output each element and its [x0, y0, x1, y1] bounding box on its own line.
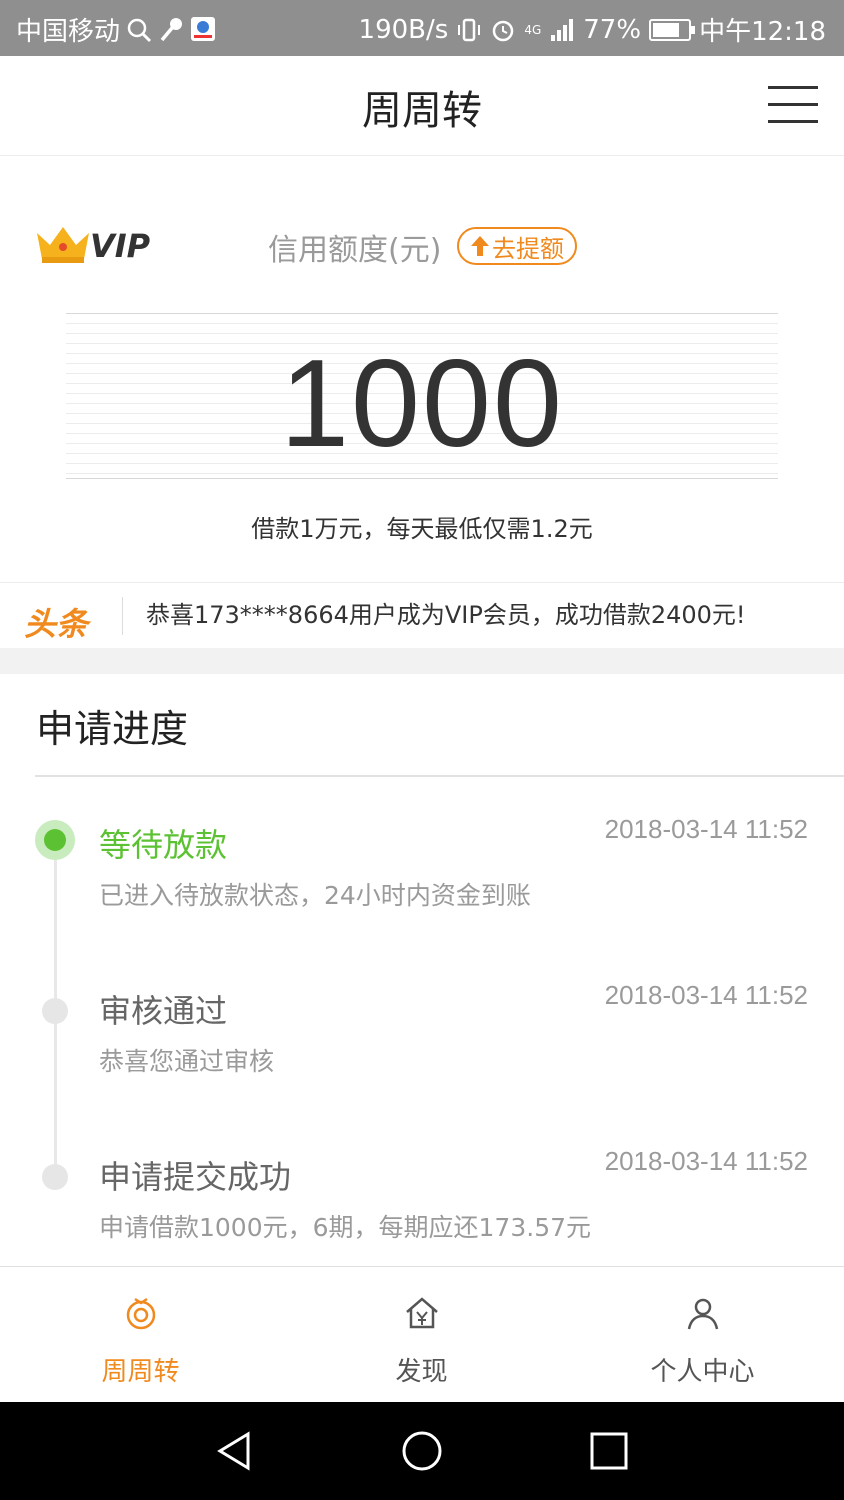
tab-personal-center[interactable]: 个人中心	[562, 1267, 843, 1403]
clock: 中午12:18	[699, 17, 826, 47]
step-title: 等待放款	[99, 826, 228, 864]
vibrate-icon	[458, 18, 481, 41]
hamburger-icon-line	[768, 86, 818, 89]
headline-message: 恭喜173****8664用户成为VIP会员，成功借款2400元!	[146, 601, 746, 629]
page-title: 周周转	[362, 88, 482, 134]
application-progress: 申请进度 等待放款 2018-03-14 11:52 已进入待放款状态，24小时…	[0, 674, 844, 1266]
discover-house-yen-icon	[405, 1297, 438, 1329]
tab-label: 周周转	[101, 1357, 180, 1387]
progress-title: 申请进度	[36, 707, 189, 751]
step-title: 申请提交成功	[99, 1158, 292, 1196]
status-dot	[42, 998, 68, 1024]
credit-amount-box: 1000	[66, 313, 778, 479]
system-nav-bar	[0, 1402, 844, 1500]
crown-icon	[37, 227, 89, 263]
step-time: 2018-03-14 11:52	[604, 814, 808, 844]
status-bar: 中国移动 190B/s 4G 77% 中午12:18	[0, 0, 844, 56]
hamburger-icon-line	[768, 120, 818, 123]
section-gap	[0, 648, 844, 674]
back-icon[interactable]	[212, 1428, 258, 1474]
user-icon	[687, 1298, 718, 1330]
step-time: 2018-03-14 11:52	[604, 980, 808, 1010]
battery-icon	[649, 18, 696, 41]
step-time: 2018-03-14 11:52	[604, 1146, 808, 1176]
loan-note: 借款1万元，每天最低仅需1.2元	[251, 515, 593, 543]
app-notification-icon	[191, 16, 216, 41]
bottom-tab-bar: 周周转 发现 个人中心	[0, 1266, 844, 1402]
network-type: 4G	[524, 22, 542, 37]
tab-zhouzhouzhuan[interactable]: 周周转	[0, 1267, 281, 1403]
step-title: 审核通过	[99, 992, 228, 1030]
app-header: 周周转	[0, 56, 844, 156]
credit-card: VIP 信用额度(元) 去提额 1000 借款1万元，每天最低仅需1.2元	[0, 157, 844, 581]
vip-badge: VIP	[34, 223, 154, 267]
headline-logo: 头条	[24, 605, 89, 643]
step-desc: 已进入待放款状态，24小时内资金到账	[99, 881, 531, 910]
status-dot	[42, 1164, 68, 1190]
ticker-divider	[122, 597, 123, 635]
vip-label: VIP	[90, 227, 151, 265]
zhouzhouzhuan-icon	[126, 1297, 155, 1330]
carrier-label: 中国移动	[16, 17, 121, 47]
tab-label: 个人中心	[650, 1357, 755, 1387]
raise-limit-button[interactable]: 去提额	[457, 227, 577, 265]
search-icon	[127, 18, 152, 42]
hamburger-icon-line	[768, 103, 818, 106]
tab-discover[interactable]: 发现	[281, 1267, 562, 1403]
menu-button[interactable]	[768, 86, 818, 126]
step-desc: 恭喜您通过审核	[99, 1047, 275, 1076]
battery-percent: 77%	[583, 14, 642, 45]
key-icon	[160, 17, 183, 41]
signal-icon	[551, 18, 574, 41]
home-icon[interactable]	[399, 1428, 445, 1474]
credit-limit-label: 信用额度(元)	[268, 233, 442, 268]
arrow-up-icon	[471, 236, 489, 256]
divider	[35, 775, 844, 777]
network-speed: 190B/s	[358, 14, 449, 45]
headline-ticker[interactable]: 头条 恭喜173****8664用户成为VIP会员，成功借款2400元!	[0, 582, 844, 648]
recents-icon[interactable]	[586, 1428, 632, 1474]
tab-label: 发现	[395, 1357, 448, 1387]
alarm-icon	[493, 20, 514, 41]
status-dot-active	[35, 820, 75, 860]
step-desc: 申请借款1000元，6期，每期应还173.57元	[99, 1213, 592, 1242]
raise-limit-label: 去提额	[492, 234, 564, 263]
credit-amount: 1000	[280, 335, 564, 473]
